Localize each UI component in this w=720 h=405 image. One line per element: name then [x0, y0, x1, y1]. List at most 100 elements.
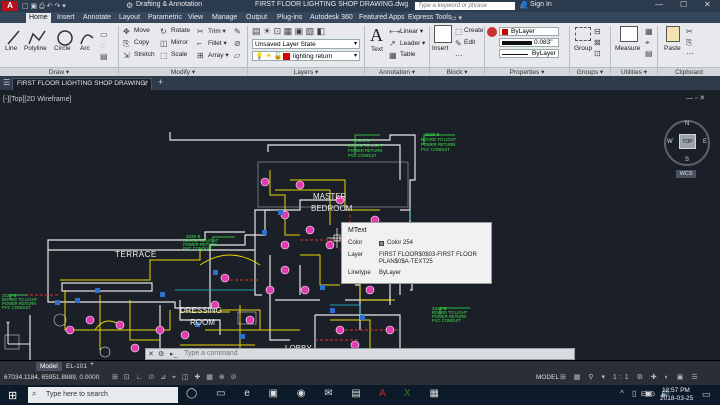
- tab-layout[interactable]: Layout: [116, 13, 143, 23]
- annotation-panel-label[interactable]: Annotation ▾: [365, 67, 429, 76]
- rotate-button[interactable]: Rotate: [171, 27, 190, 34]
- fillet-button[interactable]: Fillet ▾: [208, 39, 227, 47]
- signin-link[interactable]: Sign In: [530, 1, 552, 8]
- create-icon: ⬚ ✎ ⋯: [455, 27, 463, 60]
- quick-access-icons[interactable]: ▢ ▣ ⎙ ↶ ↷ ▾: [22, 2, 122, 10]
- tab-annotate[interactable]: Annotate: [80, 13, 114, 23]
- text-button[interactable]: Text: [371, 46, 383, 53]
- command-prompt-icon: ▸_: [170, 351, 178, 358]
- command-close-icon[interactable]: ✕: [148, 350, 154, 358]
- tab-home[interactable]: Home: [26, 13, 51, 23]
- workspace-selector[interactable]: Drafting & Annotation: [136, 1, 202, 8]
- tab-express-tools[interactable]: Express Tools: [405, 13, 454, 23]
- circle-button[interactable]: Circle: [54, 45, 71, 52]
- move-button[interactable]: Move: [134, 27, 150, 34]
- clipboard-panel-label[interactable]: Clipboard: [658, 67, 720, 76]
- draw-panel-label[interactable]: Draw ▾: [0, 67, 118, 76]
- clock-time[interactable]: 12:57 PM: [662, 387, 690, 394]
- current-layer-dropdown[interactable]: 💡 ☀ 🔓 lighting return ▾: [252, 51, 360, 61]
- status-toggle-icons[interactable]: ⊞ ⊡ ∟ ⊙ ⊿ ⌖ ◫ ✚ ▦ ⊕ ⊘: [112, 373, 239, 382]
- line-button[interactable]: Line: [5, 45, 17, 52]
- modify-extra-icons[interactable]: ✎ ⊘ ▱: [234, 26, 241, 62]
- tab-output[interactable]: Output: [243, 13, 270, 23]
- tab-insert[interactable]: Insert: [54, 13, 78, 23]
- draw-extra-icons[interactable]: ▭ ◌ ▤: [100, 29, 114, 63]
- utilities-extra-icons[interactable]: ▦ ⌖ ▤: [645, 26, 653, 59]
- layout-tab-el101[interactable]: EL-101: [62, 362, 91, 371]
- close-icon[interactable]: ✕: [704, 0, 711, 9]
- groups-panel-label[interactable]: Groups ▾: [570, 67, 610, 76]
- utilities-panel-label[interactable]: Utilities ▾: [611, 67, 657, 76]
- color-dropdown[interactable]: ByLayer: [499, 27, 559, 36]
- tab-parametric[interactable]: Parametric: [145, 13, 185, 23]
- edit-button[interactable]: Edit: [464, 39, 475, 46]
- layers-panel-label[interactable]: Layers ▾: [248, 67, 364, 76]
- taskbar-app-icons[interactable]: ◯ ▭ e ▣ ◉ ✉ ▤ A X ▦: [186, 388, 447, 399]
- drawing-tab[interactable]: FIRST FLOOR LIGHTING SHOP DRAWING* ✕: [12, 78, 152, 90]
- match-properties-icon[interactable]: [487, 27, 497, 37]
- start-menu-icon[interactable]: ☰: [3, 78, 10, 87]
- layout-tab-model[interactable]: Model: [36, 362, 62, 371]
- tab-close-icon[interactable]: ✕: [143, 80, 148, 88]
- workspace-gear-icon[interactable]: ⚙: [126, 1, 133, 10]
- viewcube-top-face[interactable]: TOP: [679, 134, 696, 149]
- model-space-button[interactable]: MODEL: [536, 374, 559, 381]
- command-settings-icon[interactable]: ⚙: [158, 350, 164, 358]
- windows-start-icon[interactable]: ⊞: [8, 389, 17, 402]
- leader-button[interactable]: Leader ▾: [400, 39, 425, 47]
- minimize-icon[interactable]: —: [655, 0, 663, 9]
- status-right-icons[interactable]: ⊞ ▦ ⚲ ▾ 1:1 ⚙ ✚ ◐ ▣ ☰: [560, 373, 701, 381]
- tab-view[interactable]: View: [185, 13, 206, 23]
- insert-button[interactable]: Insert: [432, 45, 448, 52]
- properties-panel-label[interactable]: Properties ▾: [485, 67, 569, 76]
- layer-bulb-icon: 💡 ☀ 🔓: [255, 53, 283, 60]
- svg-text:PVC CONDUIT: PVC CONDUIT: [421, 147, 450, 152]
- ribbon-toggle-icon[interactable]: ▭ ▾: [450, 14, 462, 22]
- status-bar: 67034.1184, 65951.8889, 0.0000 ⊞ ⊡ ∟ ⊙ ⊿…: [0, 371, 720, 385]
- notification-icon[interactable]: ▭: [702, 389, 711, 400]
- scale-button[interactable]: Scale: [171, 51, 187, 58]
- tab-plugins[interactable]: Plug-ins: [274, 13, 305, 23]
- language-indicator[interactable]: ENG: [641, 391, 655, 398]
- add-layout-icon[interactable]: +: [90, 361, 94, 368]
- layer-properties-icon[interactable]: ▤ ☀ ⊡ ▦ ▣ ▧ ◧: [252, 26, 325, 37]
- clock-date[interactable]: 2018-03-25: [660, 395, 693, 402]
- layer-state-dropdown[interactable]: Unsaved Layer State ▾: [252, 39, 360, 49]
- linear-button[interactable]: Linear ▾: [400, 27, 423, 35]
- tab-manage[interactable]: Manage: [209, 13, 240, 23]
- lineweight-dropdown[interactable]: 0.083": [499, 38, 559, 47]
- taskbar-search[interactable]: ⌕ Type here to search: [28, 387, 178, 403]
- polyline-button[interactable]: Polyline: [24, 45, 47, 52]
- command-line[interactable]: ✕ ⚙ ▸_ Type a command: [145, 348, 575, 360]
- svg-text:PVC CONDUIT: PVC CONDUIT: [348, 153, 377, 158]
- create-button[interactable]: Create: [464, 27, 484, 34]
- maximize-icon[interactable]: ☐: [680, 0, 687, 9]
- modify-panel-label[interactable]: Modify ▾: [119, 67, 247, 76]
- block-panel-label[interactable]: Block ▾: [430, 67, 484, 76]
- table-button[interactable]: Table: [400, 51, 416, 58]
- tab-autodesk360[interactable]: Autodesk 360: [307, 13, 356, 23]
- trim-icon: ✂ ⌐ ⊞: [197, 27, 204, 60]
- search-input[interactable]: Type a keyword or phrase: [415, 2, 515, 10]
- linetype-dropdown[interactable]: ByLayer: [499, 49, 559, 58]
- tab-featured-apps[interactable]: Featured Apps: [356, 13, 408, 23]
- arc-button[interactable]: Arc: [80, 45, 90, 52]
- clipboard-extra-icons[interactable]: ✂ ⎘ ⋯: [686, 26, 694, 59]
- array-button[interactable]: Array ▾: [208, 51, 229, 59]
- group-button[interactable]: Group: [574, 45, 592, 52]
- stretch-button[interactable]: Stretch: [134, 51, 155, 58]
- trim-button[interactable]: Trim ▾: [208, 27, 226, 35]
- command-input[interactable]: Type a command: [184, 350, 238, 357]
- paste-button[interactable]: Paste: [664, 45, 681, 52]
- mirror-button[interactable]: Mirror: [171, 39, 188, 46]
- app-logo-icon[interactable]: A: [2, 1, 18, 11]
- user-icon[interactable]: 👤: [520, 1, 529, 9]
- group-extra-icons[interactable]: ⊟ ⊠ ⊡: [594, 26, 601, 59]
- new-tab-icon[interactable]: +: [158, 77, 163, 87]
- insert-icon: [434, 25, 452, 43]
- copy-button[interactable]: Copy: [134, 39, 149, 46]
- color-swatch-icon: [379, 241, 384, 246]
- viewcube[interactable]: TOP N S W E: [664, 120, 710, 166]
- measure-button[interactable]: Measure: [615, 45, 640, 52]
- wcs-button[interactable]: WCS: [676, 170, 696, 178]
